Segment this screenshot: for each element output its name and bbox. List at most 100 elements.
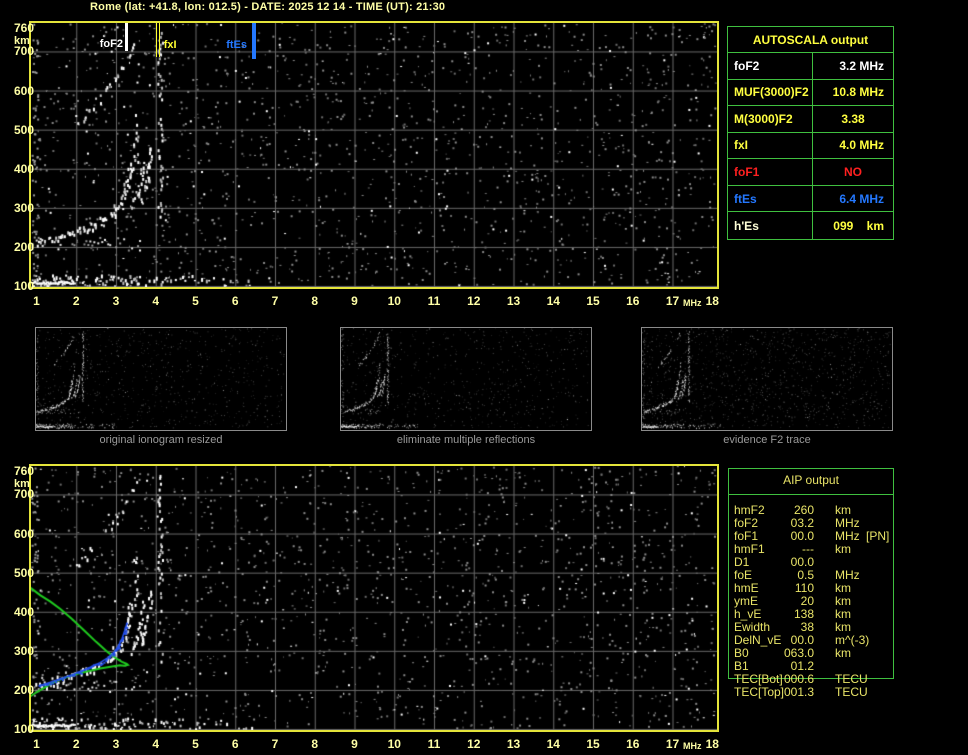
aip-row-flag: [PN] bbox=[866, 529, 889, 543]
aip-row-label: ymE bbox=[734, 594, 758, 608]
aip-row-unit: m^(-3) bbox=[835, 633, 869, 647]
x-axis-unit: MHz bbox=[683, 298, 702, 308]
autoscala-row-label: fxI bbox=[728, 133, 813, 159]
autoscala-row-value: 4.0 MHz bbox=[813, 138, 893, 152]
aip-row-unit: km bbox=[835, 607, 851, 621]
aip-row-label: foF2 bbox=[734, 516, 758, 530]
aip-row-unit: km bbox=[835, 503, 851, 517]
x-tick-label: 15 bbox=[578, 294, 608, 308]
x-tick-label: 10 bbox=[379, 294, 409, 308]
x-tick-label: 2 bbox=[61, 737, 91, 751]
aip-row-value: 00.0 bbox=[757, 529, 814, 543]
aip-row-value: 00.0 bbox=[757, 633, 814, 647]
thumbnail-original-ionogram bbox=[35, 327, 287, 431]
y-tick-label: 100 bbox=[3, 723, 34, 736]
aip-row-value: 260 bbox=[757, 503, 814, 517]
aip-row-value: 000.6 bbox=[757, 672, 814, 686]
aip-row: foE0.5MHz bbox=[729, 568, 899, 581]
x-tick-label: 7 bbox=[260, 294, 290, 308]
aip-row-value: 01.2 bbox=[757, 659, 814, 673]
aip-row-value: 110 bbox=[757, 581, 814, 595]
x-tick-label: 12 bbox=[459, 737, 489, 751]
autoscala-row-label: M(3000)F2 bbox=[728, 106, 813, 132]
x-tick-label: 9 bbox=[340, 737, 370, 751]
aip-row: Ewidth38km bbox=[729, 620, 899, 633]
aip-panel-title: AIP output bbox=[729, 473, 893, 487]
aip-row: foF100.0MHz[PN] bbox=[729, 529, 899, 542]
aip-row: TEC[Bot]000.6TECU bbox=[729, 672, 899, 685]
station-title: Rome (lat: +41.8, lon: 012.5) - DATE: 20… bbox=[90, 1, 445, 13]
aip-row-label: foF1 bbox=[734, 529, 758, 543]
fxI-marker-line bbox=[159, 23, 160, 57]
autoscala-row-label: MUF(3000)F2 bbox=[728, 80, 813, 106]
aip-row: D100.0 bbox=[729, 555, 899, 568]
aip-row: hmE110km bbox=[729, 581, 899, 594]
y-tick-label: 300 bbox=[3, 202, 34, 215]
autoscala-row-value: 6.4 MHz bbox=[813, 192, 893, 206]
aip-row-value: 03.2 bbox=[757, 516, 814, 530]
y-tick-label: 200 bbox=[3, 684, 34, 697]
autoscala-row-label: h'Es bbox=[728, 212, 813, 239]
aip-row: foF203.2 MHz bbox=[729, 516, 899, 529]
aip-row-label: B0 bbox=[734, 646, 749, 660]
x-tick-label: 8 bbox=[300, 294, 330, 308]
x-tick-label: 1 bbox=[22, 737, 52, 751]
x-tick-label: 13 bbox=[499, 737, 529, 751]
thumbnail-canvas bbox=[36, 328, 286, 430]
y-tick-label: 600 bbox=[3, 85, 34, 98]
aip-row-unit: km bbox=[835, 581, 851, 595]
aip-row-label: B1 bbox=[734, 659, 749, 673]
thumbnail-evidence-f2 bbox=[641, 327, 893, 431]
aip-row: B1 01.2 bbox=[729, 659, 899, 672]
x-tick-label: 11 bbox=[419, 737, 449, 751]
x-tick-label: 16 bbox=[618, 294, 648, 308]
y-tick-label: 500 bbox=[3, 124, 34, 137]
autoscala-row-value: NO bbox=[813, 165, 893, 179]
autoscala-row: M(3000)F23.38 bbox=[728, 106, 893, 133]
aip-row-value: 138 bbox=[757, 607, 814, 621]
foF2-marker-label: foF2 bbox=[65, 38, 123, 50]
y-tick-label: 760 bbox=[3, 22, 34, 35]
x-tick-label: 10 bbox=[379, 737, 409, 751]
aip-row-unit: MHz bbox=[835, 516, 860, 530]
thumbnail-canvas bbox=[642, 328, 892, 430]
y-tick-label: 600 bbox=[3, 528, 34, 541]
x-tick-label: 11 bbox=[419, 294, 449, 308]
thumbnail-eliminate-reflections bbox=[340, 327, 592, 431]
aip-row-unit: km bbox=[835, 594, 851, 608]
scaled-ionogram-plot: foF2fxIftEs bbox=[29, 21, 719, 289]
y-tick-label: 200 bbox=[3, 241, 34, 254]
aip-output-panel: AIP output hmF2260kmfoF203.2MHzfoF100.0M… bbox=[728, 468, 894, 679]
x-tick-label: 3 bbox=[101, 737, 131, 751]
x-axis-unit: MHz bbox=[683, 741, 702, 751]
autoscala-row-label: foF2 bbox=[728, 53, 813, 79]
scaled-ionogram-canvas bbox=[31, 23, 717, 287]
thumbnail-caption: evidence F2 trace bbox=[641, 434, 893, 446]
x-tick-label: 2 bbox=[61, 294, 91, 308]
aip-row-unit: TECU bbox=[835, 672, 868, 686]
bottom-plot-x-axis: 123456789101112131415161718MHz bbox=[29, 735, 719, 751]
x-tick-label: 16 bbox=[618, 737, 648, 751]
thumbnail-caption: original ionogram resized bbox=[35, 434, 287, 446]
y-tick-label: 300 bbox=[3, 645, 34, 658]
x-tick-label: 15 bbox=[578, 737, 608, 751]
profile-ionogram-plot bbox=[29, 464, 719, 732]
autoscala-row: fxI4.0 MHz bbox=[728, 133, 893, 160]
aip-row-unit: km bbox=[835, 542, 851, 556]
x-tick-label: 5 bbox=[181, 294, 211, 308]
y-tick-label: 100 bbox=[3, 280, 34, 293]
aip-row-unit: km bbox=[835, 620, 851, 634]
x-tick-label: 12 bbox=[459, 294, 489, 308]
thumbnail-canvas bbox=[341, 328, 591, 430]
foF2-marker-line bbox=[125, 23, 128, 51]
profile-ionogram-canvas bbox=[31, 466, 717, 730]
x-tick-label: 7 bbox=[260, 737, 290, 751]
aip-row-label: D1 bbox=[734, 555, 749, 569]
top-plot-x-axis: 123456789101112131415161718MHz bbox=[29, 292, 719, 308]
autoscala-row-value: 3.2 MHz bbox=[813, 59, 893, 73]
x-tick-label: 4 bbox=[141, 294, 171, 308]
autoscala-row-value: 099 km bbox=[813, 219, 893, 233]
aip-row-unit: TECU bbox=[835, 685, 868, 699]
ftEs-marker-line bbox=[252, 23, 256, 59]
autoscala-row: ftEs6.4 MHz bbox=[728, 186, 893, 213]
